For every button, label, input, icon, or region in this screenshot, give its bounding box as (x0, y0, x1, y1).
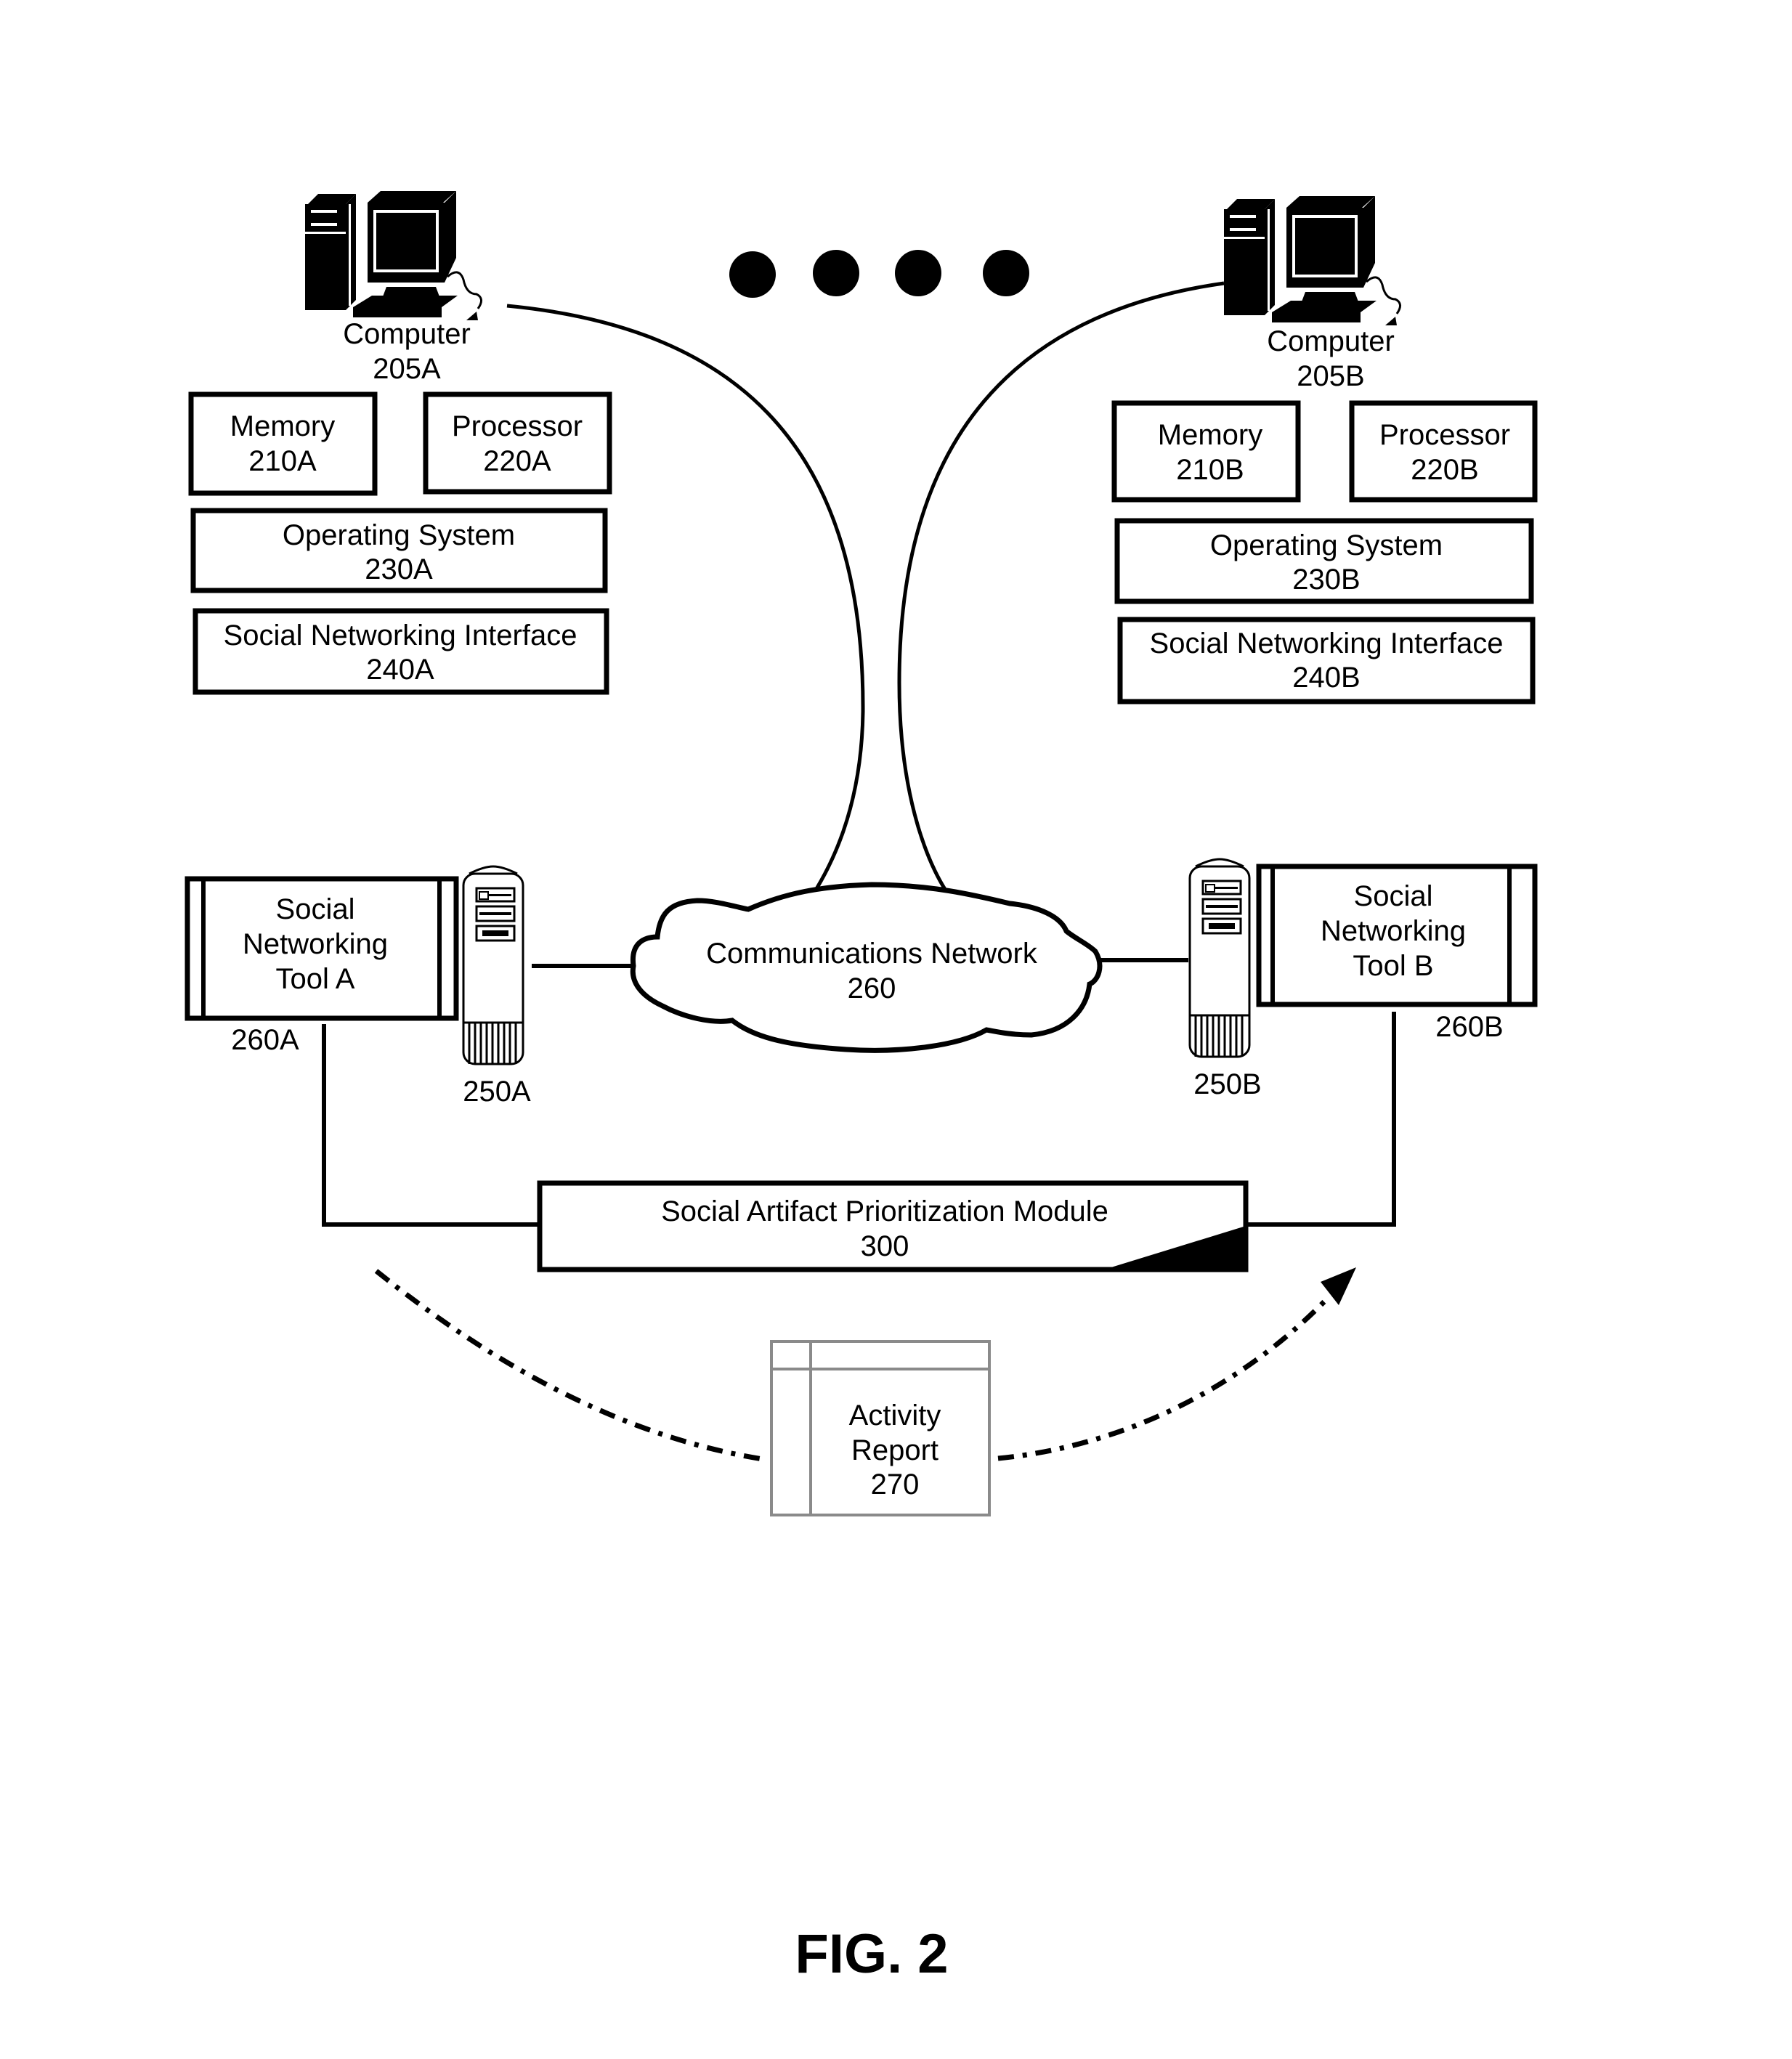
ellipsis-dots (729, 250, 1029, 298)
computer-b-icon (1224, 196, 1401, 325)
network-ref: 260 (848, 972, 896, 1004)
tool-a-line1: Social (276, 893, 355, 925)
os-b-label: Operating System (1210, 529, 1443, 561)
os-a-ref: 230A (365, 553, 433, 585)
computer-a-icon (305, 191, 482, 320)
processor-b-box: Processor 220B (1349, 400, 1538, 503)
prioritization-module-box: Social Artifact Prioritization Module 30… (537, 1180, 1249, 1272)
social-networking-tool-a: Social Networking Tool A (185, 876, 459, 1021)
tool-a-line2: Networking (243, 928, 388, 960)
ellipsis-dot (983, 250, 1029, 296)
os-b-ref: 230B (1292, 564, 1360, 596)
server-b-icon (1188, 858, 1251, 1058)
os-b-box: Operating System 230B (1114, 518, 1534, 604)
social-networking-tool-b: Social Networking Tool B (1256, 864, 1538, 1007)
computer-b-label: Computer (1267, 325, 1395, 357)
tool-b-line3: Tool B (1353, 950, 1433, 982)
processor-a-ref: 220A (483, 445, 551, 477)
link-module-tool-b (1246, 1012, 1396, 1227)
tool-b-line2: Networking (1321, 915, 1466, 947)
flow-curve-left (374, 1269, 768, 1463)
server-b-ref: 250B (1193, 1068, 1261, 1100)
processor-b-label: Processor (1379, 419, 1510, 451)
activity-report-box: Activity Report 270 (770, 1340, 991, 1516)
report-line2: Report (851, 1434, 938, 1466)
sni-b-box: Social Networking Interface 240B (1117, 617, 1536, 704)
network-label: Communications Network (706, 938, 1038, 970)
sni-a-box: Social Networking Interface 240A (192, 608, 609, 695)
os-a-box: Operating System 230A (190, 508, 608, 593)
sni-b-ref: 240B (1292, 662, 1360, 694)
server-a-ref: 250A (463, 1076, 531, 1108)
communications-network-cloud: Communications Network 260 (630, 882, 1103, 1053)
report-line3: 270 (871, 1469, 920, 1500)
tool-a-ref: 260A (231, 1024, 299, 1056)
processor-b-ref: 220B (1411, 454, 1478, 486)
flow-arrowhead (1321, 1267, 1356, 1305)
server-a-icon (462, 865, 524, 1065)
memory-b-box: Memory 210B (1111, 400, 1301, 503)
memory-b-ref: 210B (1176, 454, 1244, 486)
processor-a-label: Processor (452, 410, 583, 442)
ellipsis-dot (813, 250, 859, 296)
computer-a-label: Computer (343, 318, 471, 350)
tool-b-line1: Social (1354, 880, 1433, 912)
memory-b-label: Memory (1158, 419, 1262, 451)
report-line1: Activity (849, 1400, 941, 1431)
computer-b-ref: 205B (1297, 360, 1364, 392)
memory-a-label: Memory (230, 410, 335, 442)
ellipsis-dot (729, 251, 776, 298)
sni-b-label: Social Networking Interface (1150, 628, 1504, 659)
processor-a-box: Processor 220A (423, 391, 612, 495)
tool-a-line3: Tool A (276, 963, 355, 995)
figure-label: FIG. 2 (795, 1923, 948, 1985)
module-ref: 300 (861, 1230, 909, 1262)
computer-a-ref: 205A (373, 353, 441, 385)
tool-b-ref: 260B (1435, 1011, 1503, 1043)
ellipsis-dot (895, 250, 941, 296)
system-diagram: Computer 205A Computer 205B Memory 210A (185, 191, 1538, 1985)
sni-a-label: Social Networking Interface (224, 620, 577, 651)
flow-curve-right (997, 1294, 1331, 1461)
memory-a-ref: 210A (248, 445, 317, 477)
os-a-label: Operating System (283, 519, 515, 551)
module-label: Social Artifact Prioritization Module (661, 1195, 1108, 1227)
sni-a-ref: 240A (366, 654, 434, 686)
memory-a-box: Memory 210A (188, 391, 378, 496)
